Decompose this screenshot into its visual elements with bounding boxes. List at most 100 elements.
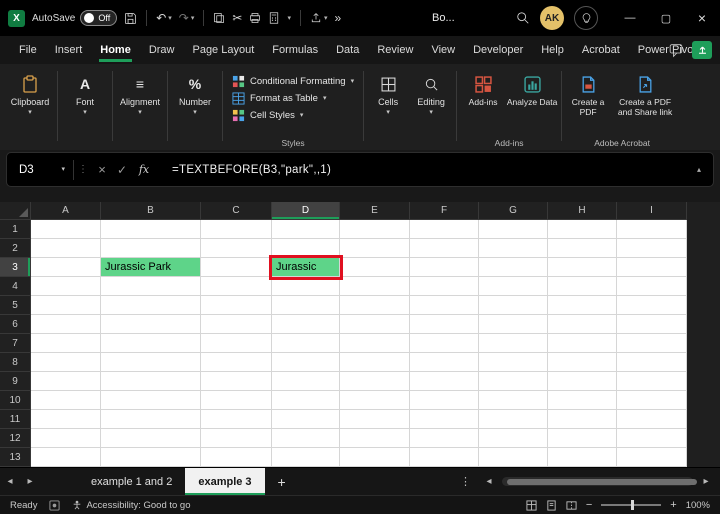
cell-H9[interactable] [548,372,617,391]
create-pdf-button[interactable]: Create a PDF [565,67,611,117]
cell-B1[interactable] [101,220,201,239]
column-header-H[interactable]: H [548,202,617,220]
cell-C7[interactable] [201,334,272,353]
cell-E9[interactable] [340,372,410,391]
cell-B9[interactable] [101,372,201,391]
cell-D3[interactable]: Jurassic [272,258,340,277]
cell-A5[interactable] [31,296,101,315]
cell-B2[interactable] [101,239,201,258]
cell-D5[interactable] [272,296,340,315]
chevron-down-icon[interactable]: ▾ [287,14,291,22]
zoom-level[interactable]: 100% [686,500,710,511]
cell-D4[interactable] [272,277,340,296]
cell-E4[interactable] [340,277,410,296]
page-break-view-icon[interactable] [566,500,577,511]
cell-I8[interactable] [617,353,687,372]
cell-D8[interactable] [272,353,340,372]
cell-E8[interactable] [340,353,410,372]
cell-F10[interactable] [410,391,479,410]
menu-tab-file[interactable]: File [10,36,46,64]
cell-B3[interactable]: Jurassic Park [101,258,201,277]
menu-tab-help[interactable]: Help [532,36,573,64]
sheet-tab-example-1-and-2[interactable]: example 1 and 2 [78,468,185,496]
cell-C11[interactable] [201,410,272,429]
column-header-E[interactable]: E [340,202,410,220]
cell-G3[interactable] [479,258,548,277]
cell-C4[interactable] [201,277,272,296]
name-box[interactable]: D3 ▾ [7,164,73,176]
column-header-B[interactable]: B [101,202,201,220]
cell-C6[interactable] [201,315,272,334]
cell-G5[interactable] [479,296,548,315]
cell-G13[interactable] [479,448,548,467]
row-header-9[interactable]: 9 [0,372,31,391]
row-header-2[interactable]: 2 [0,239,31,258]
cell-C13[interactable] [201,448,272,467]
autosave-toggle[interactable]: AutoSave Off [32,10,118,26]
row-header-10[interactable]: 10 [0,391,31,410]
row-header-5[interactable]: 5 [0,296,31,315]
menu-tab-view[interactable]: View [422,36,464,64]
cell-G12[interactable] [479,429,548,448]
conditional-formatting-button[interactable]: Conditional Formatting ▾ [232,75,354,88]
menu-tab-data[interactable]: Data [327,36,368,64]
cell-F5[interactable] [410,296,479,315]
close-button[interactable]: × [684,0,720,36]
zoom-slider[interactable] [601,500,662,510]
cell-F13[interactable] [410,448,479,467]
excel-logo-icon[interactable]: X [8,9,25,27]
cell-B10[interactable] [101,391,201,410]
cut-icon[interactable]: ✂ [232,11,242,25]
cell-E11[interactable] [340,410,410,429]
cell-A1[interactable] [31,220,101,239]
cell-F9[interactable] [410,372,479,391]
cell-G9[interactable] [479,372,548,391]
zoom-slider-thumb[interactable] [631,500,635,510]
row-header-4[interactable]: 4 [0,277,31,296]
confirm-entry-button[interactable]: ✓ [112,163,132,177]
cell-A6[interactable] [31,315,101,334]
cell-D13[interactable] [272,448,340,467]
cell-D1[interactable] [272,220,340,239]
cell-F4[interactable] [410,277,479,296]
column-header-D[interactable]: D [272,202,340,220]
accessibility-status[interactable]: Accessibility: Good to go [72,500,191,511]
analyze-data-button[interactable]: Analyze Data [506,67,558,107]
cell-A2[interactable] [31,239,101,258]
horizontal-scrollbar[interactable]: ⋮ ◂ ▸ [452,468,720,495]
cell-E2[interactable] [340,239,410,258]
cell-G2[interactable] [479,239,548,258]
menu-tab-review[interactable]: Review [368,36,422,64]
cell-F12[interactable] [410,429,479,448]
menu-tab-draw[interactable]: Draw [140,36,184,64]
cell-C12[interactable] [201,429,272,448]
cell-H2[interactable] [548,239,617,258]
cell-C8[interactable] [201,353,272,372]
cell-G8[interactable] [479,353,548,372]
cell-I11[interactable] [617,410,687,429]
cell-D11[interactable] [272,410,340,429]
column-header-C[interactable]: C [201,202,272,220]
search-icon[interactable] [516,11,530,25]
cell-H11[interactable] [548,410,617,429]
cell-B4[interactable] [101,277,201,296]
cell-H6[interactable] [548,315,617,334]
cell-I2[interactable] [617,239,687,258]
row-header-12[interactable]: 12 [0,429,31,448]
cell-F7[interactable] [410,334,479,353]
cell-F11[interactable] [410,410,479,429]
cell-D9[interactable] [272,372,340,391]
row-header-3[interactable]: 3 [0,258,31,277]
macro-record-icon[interactable] [49,499,61,511]
cell-A3[interactable] [31,258,101,277]
cell-B13[interactable] [101,448,201,467]
cell-styles-button[interactable]: Cell Styles ▾ [232,109,354,122]
cell-H5[interactable] [548,296,617,315]
column-header-A[interactable]: A [31,202,101,220]
cell-E13[interactable] [340,448,410,467]
zoom-in-button[interactable]: + [670,499,676,511]
cancel-entry-button[interactable]: × [92,162,112,177]
cell-I9[interactable] [617,372,687,391]
drag-handle-icon[interactable]: ⋮ [74,164,92,175]
cell-C3[interactable] [201,258,272,277]
